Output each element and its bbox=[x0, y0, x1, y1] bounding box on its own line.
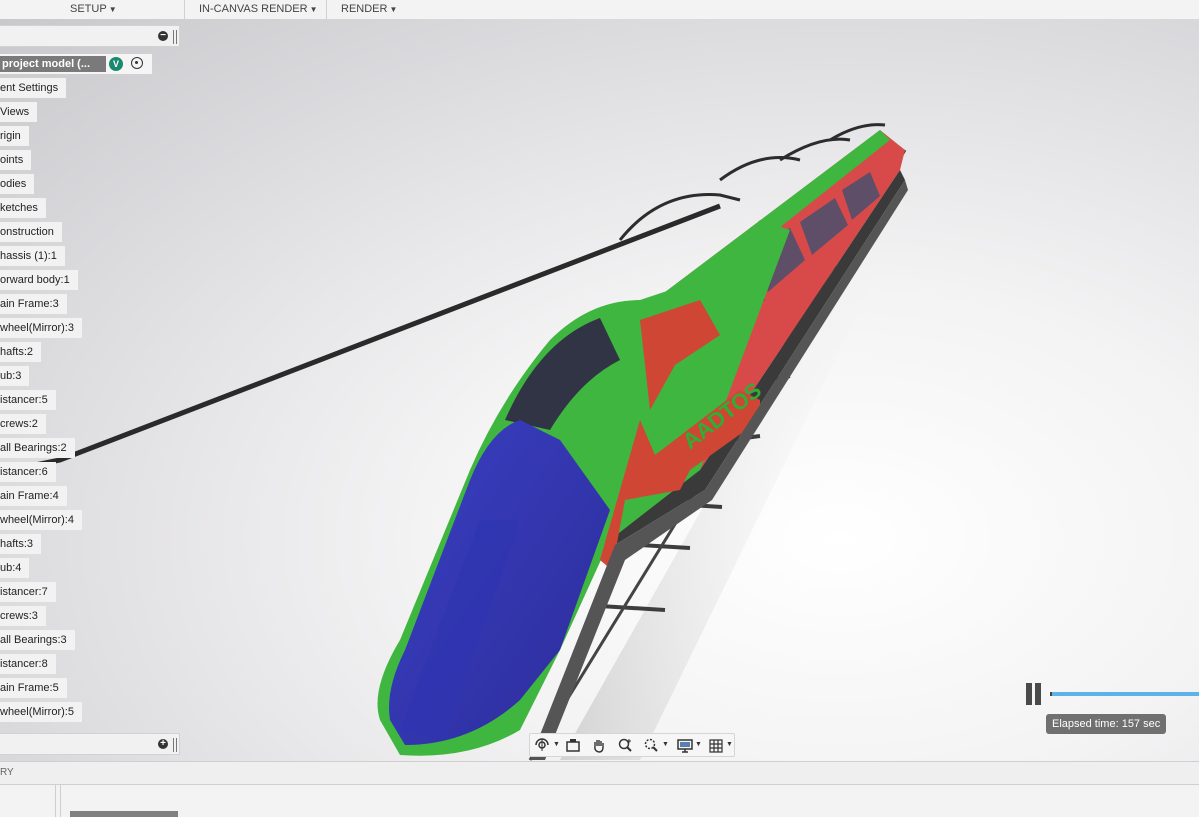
browser-item[interactable]: ub:4 bbox=[0, 558, 30, 578]
browser-item[interactable]: hafts:2 bbox=[0, 342, 42, 362]
menu-divider bbox=[184, 0, 185, 19]
browser-item[interactable]: onstruction bbox=[0, 222, 62, 242]
version-badge-icon[interactable]: V bbox=[109, 57, 123, 71]
timeline-marker[interactable] bbox=[70, 811, 178, 817]
root-component-label: project model (... bbox=[0, 56, 106, 72]
status-text: RY bbox=[0, 767, 14, 778]
browser-item[interactable]: all Bearings:3 bbox=[0, 630, 75, 650]
chevron-down-icon[interactable]: ▼ bbox=[695, 741, 702, 748]
browser-item[interactable]: odies bbox=[0, 174, 35, 194]
browser-item[interactable]: rigin bbox=[0, 126, 29, 146]
browser-item[interactable]: wheel(Mirror):3 bbox=[0, 318, 82, 338]
browser-item[interactable]: istancer:8 bbox=[0, 654, 56, 674]
timeline-divider bbox=[55, 785, 56, 817]
grid-settings-icon[interactable] bbox=[708, 737, 724, 754]
browser-item[interactable]: orward body:1 bbox=[0, 270, 78, 290]
timeline-bar bbox=[0, 785, 1199, 817]
panel-grip-icon[interactable] bbox=[173, 738, 177, 752]
display-settings-icon[interactable] bbox=[676, 737, 694, 754]
render-menu[interactable]: RENDER ▼ bbox=[341, 0, 397, 19]
browser-item[interactable]: wheel(Mirror):5 bbox=[0, 702, 82, 722]
pause-render-icon[interactable] bbox=[1024, 683, 1044, 705]
fit-icon[interactable] bbox=[643, 737, 659, 754]
panel-grip-icon[interactable] bbox=[173, 30, 177, 44]
collapse-icon[interactable]: − bbox=[158, 31, 168, 41]
pan-icon[interactable] bbox=[591, 737, 607, 754]
browser-root-node[interactable]: project model (... V bbox=[0, 54, 152, 74]
browser-item[interactable]: istancer:7 bbox=[0, 582, 56, 602]
chevron-down-icon: ▼ bbox=[389, 5, 398, 14]
browser-item[interactable]: crews:3 bbox=[0, 606, 46, 626]
browser-item[interactable]: ain Frame:3 bbox=[0, 294, 67, 314]
top-menu-bar: SETUP ▼ IN-CANVAS RENDER ▼ RENDER ▼ bbox=[0, 0, 1199, 20]
browser-item[interactable]: ent Settings bbox=[0, 78, 67, 98]
browser-item[interactable]: ketches bbox=[0, 198, 46, 218]
browser-item[interactable]: all Bearings:2 bbox=[0, 438, 75, 458]
chevron-down-icon: ▼ bbox=[108, 5, 117, 14]
activate-radio-icon[interactable] bbox=[131, 57, 143, 69]
chevron-down-icon[interactable]: ▼ bbox=[726, 741, 733, 748]
browser-item[interactable]: ain Frame:4 bbox=[0, 486, 67, 506]
browser-item[interactable]: oints bbox=[0, 150, 32, 170]
browser-item[interactable]: istancer:6 bbox=[0, 462, 56, 482]
status-bar: RY bbox=[0, 761, 1199, 785]
chevron-down-icon[interactable]: ▼ bbox=[553, 741, 560, 748]
render-progress-bar bbox=[1050, 692, 1199, 696]
setup-menu[interactable]: SETUP ▼ bbox=[70, 0, 117, 19]
navigation-toolbar: ▼ ▼ ▼ ▼ bbox=[529, 733, 735, 757]
look-at-icon[interactable] bbox=[565, 737, 581, 754]
timeline-divider bbox=[60, 785, 61, 817]
browser-item[interactable]: istancer:5 bbox=[0, 390, 56, 410]
elapsed-time-label: Elapsed time: 157 sec bbox=[1046, 714, 1167, 734]
browser-item[interactable]: hafts:3 bbox=[0, 534, 42, 554]
expand-icon[interactable]: + bbox=[158, 739, 168, 749]
chevron-down-icon: ▼ bbox=[309, 5, 318, 14]
zoom-icon[interactable] bbox=[617, 737, 633, 754]
rendered-train-scene: AADTOS bbox=[0, 123, 930, 761]
comments-panel-header: + bbox=[0, 733, 180, 755]
browser-panel-header: − bbox=[0, 25, 180, 47]
in-canvas-render-menu[interactable]: IN-CANVAS RENDER ▼ bbox=[199, 0, 318, 19]
browser-item[interactable]: hassis (1):1 bbox=[0, 246, 65, 266]
browser-item[interactable]: wheel(Mirror):4 bbox=[0, 510, 82, 530]
orbit-icon[interactable] bbox=[534, 737, 550, 754]
chevron-down-icon[interactable]: ▼ bbox=[662, 741, 669, 748]
viewport-canvas[interactable]: AADTOS bbox=[0, 19, 1199, 761]
browser-item[interactable]: ain Frame:5 bbox=[0, 678, 67, 698]
menu-divider bbox=[326, 0, 327, 19]
browser-item[interactable]: Views bbox=[0, 102, 38, 122]
browser-item[interactable]: ub:3 bbox=[0, 366, 30, 386]
browser-item[interactable]: crews:2 bbox=[0, 414, 46, 434]
